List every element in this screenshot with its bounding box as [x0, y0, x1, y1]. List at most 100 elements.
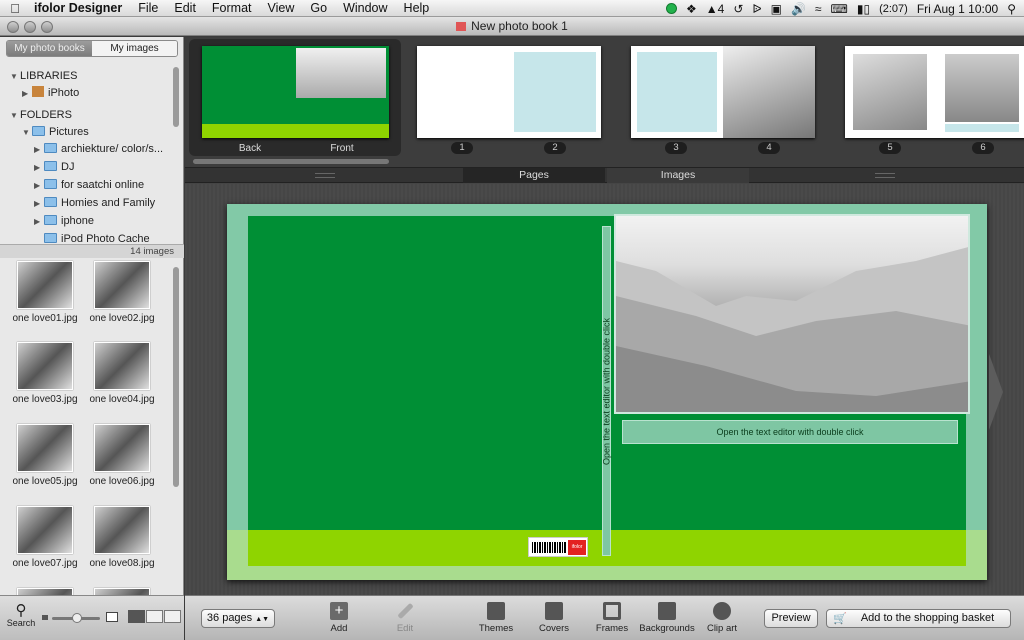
- tree-scrollbar[interactable]: [173, 67, 179, 127]
- disclosure-closed-icon[interactable]: ▶: [34, 213, 44, 230]
- bottom-toolbar: 36 pages ▲▼ + Add Edit Themes Covers Fram…: [185, 595, 1024, 640]
- grid-scrollbar[interactable]: [173, 267, 179, 487]
- adobe-count: 4: [717, 1, 725, 16]
- photo[interactable]: [94, 342, 150, 390]
- image-thumbnail[interactable]: one love06.jpg: [87, 424, 157, 487]
- slider-knob[interactable]: [72, 613, 82, 623]
- pages-select[interactable]: 36 pages ▲▼: [201, 609, 275, 628]
- image-thumbnail[interactable]: [87, 588, 157, 595]
- resize-grip-icon[interactable]: [875, 173, 895, 178]
- green-status-icon[interactable]: [665, 3, 677, 14]
- resize-grip-icon[interactable]: [315, 173, 335, 178]
- folders-header[interactable]: ▼ FOLDERS: [10, 107, 72, 124]
- image-thumbnail[interactable]: one love05.jpg: [10, 424, 80, 487]
- photo[interactable]: [94, 424, 150, 472]
- photo[interactable]: [94, 506, 150, 554]
- photo[interactable]: [94, 588, 150, 595]
- image-thumbnail[interactable]: [10, 588, 80, 595]
- bluetooth-icon[interactable]: ᐉ: [752, 2, 761, 16]
- add-button[interactable]: + Add: [309, 602, 369, 634]
- volume-icon[interactable]: 🔊: [791, 2, 806, 16]
- minimize-icon[interactable]: [24, 21, 36, 33]
- close-icon[interactable]: [7, 21, 19, 33]
- menu-file[interactable]: File: [130, 1, 166, 15]
- tab-pages[interactable]: Pages: [463, 168, 605, 183]
- menu-window[interactable]: Window: [335, 1, 395, 15]
- add-to-basket-button[interactable]: 🛒 Add to the shopping basket: [826, 609, 1011, 628]
- menu-app-name[interactable]: ifolor Designer: [30, 1, 130, 15]
- libraries-header[interactable]: ▼ LIBRARIES: [10, 68, 77, 85]
- tree-item-folder[interactable]: ▶ for saatchi online: [34, 177, 144, 194]
- time-machine-icon[interactable]: ↺: [733, 2, 743, 16]
- covers-button[interactable]: Covers: [524, 602, 584, 634]
- disclosure-closed-icon[interactable]: ▶: [34, 195, 44, 212]
- disclosure-closed-icon[interactable]: ▶: [34, 177, 44, 194]
- disclosure-open-icon[interactable]: ▼: [22, 124, 32, 141]
- themes-button[interactable]: Themes: [466, 602, 526, 634]
- menu-help[interactable]: Help: [396, 1, 438, 15]
- frames-button[interactable]: Frames: [582, 602, 642, 634]
- photo[interactable]: [94, 261, 150, 309]
- tree-item-folder[interactable]: ▶ archiekture/ color/s...: [34, 141, 163, 158]
- menu-view[interactable]: View: [260, 1, 303, 15]
- spread-1-2[interactable]: [417, 46, 601, 138]
- disclosure-closed-icon[interactable]: ▶: [34, 141, 44, 158]
- text-placeholder[interactable]: Open the text editor with double click: [622, 420, 958, 444]
- image-thumbnail[interactable]: one love03.jpg: [10, 342, 80, 405]
- image-thumbnail[interactable]: one love02.jpg: [87, 261, 157, 324]
- photo[interactable]: [17, 342, 73, 390]
- backgrounds-button[interactable]: Backgrounds: [637, 602, 697, 634]
- display-icon[interactable]: ▣: [771, 2, 782, 16]
- tree-item-pictures[interactable]: ▼ Pictures: [22, 124, 89, 141]
- photo[interactable]: [17, 261, 73, 309]
- tab-my-photo-books[interactable]: My photo books: [7, 41, 92, 56]
- cover-photo[interactable]: [614, 214, 970, 414]
- tab-my-images[interactable]: My images: [92, 41, 177, 56]
- disclosure-open-icon[interactable]: ▼: [10, 68, 20, 85]
- adobe-icon[interactable]: ▲4: [706, 2, 725, 16]
- disclosure-closed-icon[interactable]: ▶: [34, 159, 44, 176]
- photo[interactable]: [17, 506, 73, 554]
- battery-icon[interactable]: ▮▯: [857, 2, 870, 16]
- menu-go[interactable]: Go: [302, 1, 335, 15]
- menu-bar:  ifolor Designer File Edit Format View …: [0, 0, 1024, 17]
- photo[interactable]: [17, 424, 73, 472]
- spotlight-icon[interactable]: ⚲: [1007, 2, 1016, 16]
- photo[interactable]: [17, 588, 73, 595]
- search-icon: ⚲: [15, 602, 27, 619]
- strip-scrollbar[interactable]: [193, 159, 389, 164]
- zoom-icon[interactable]: [41, 21, 53, 33]
- tree-item-folder[interactable]: ▶ iphone: [34, 213, 94, 230]
- preview-button[interactable]: Preview: [764, 609, 818, 628]
- disclosure-closed-icon[interactable]: ▶: [22, 85, 32, 102]
- spread-5-6[interactable]: [845, 46, 1024, 138]
- apple-icon[interactable]: : [0, 1, 30, 16]
- tree-item-iphoto[interactable]: ▶ iPhoto: [22, 85, 79, 102]
- wifi-icon[interactable]: ≈: [815, 2, 822, 16]
- menu-edit[interactable]: Edit: [166, 1, 204, 15]
- window-titlebar: New photo book 1: [0, 17, 1024, 36]
- dropbox-icon[interactable]: ❖: [686, 2, 697, 16]
- grid-view-icon[interactable]: [128, 610, 145, 623]
- detail-view-icon[interactable]: [164, 610, 181, 623]
- tree-item-folder[interactable]: ▶ Homies and Family: [34, 195, 155, 212]
- tab-images[interactable]: Images: [607, 168, 749, 183]
- image-thumbnail[interactable]: one love07.jpg: [10, 506, 80, 569]
- image-thumbnail[interactable]: one love08.jpg: [87, 506, 157, 569]
- thumbnail-size-slider[interactable]: [52, 613, 100, 623]
- spread-3-4[interactable]: [631, 46, 815, 138]
- keyboard-icon[interactable]: ⌨: [831, 2, 848, 16]
- next-page-arrow-icon[interactable]: [989, 354, 1003, 430]
- cover-thumbnail[interactable]: [202, 46, 389, 138]
- menu-format[interactable]: Format: [204, 1, 260, 15]
- list-view-icon[interactable]: [146, 610, 163, 623]
- image-thumbnail[interactable]: one love01.jpg: [10, 261, 80, 324]
- tree-item-folder[interactable]: ▶ DJ: [34, 159, 74, 176]
- image-thumbnail[interactable]: one love04.jpg: [87, 342, 157, 405]
- search-button[interactable]: ⚲ Search: [6, 603, 36, 628]
- disclosure-open-icon[interactable]: ▼: [10, 107, 20, 124]
- clock[interactable]: Fri Aug 1 10:00: [917, 2, 998, 16]
- clipart-button[interactable]: Clip art: [692, 602, 752, 634]
- edit-button[interactable]: Edit: [375, 602, 435, 634]
- main-area: Back Front 1 2 3 4 5 6 Pages Images Open…: [185, 37, 1024, 595]
